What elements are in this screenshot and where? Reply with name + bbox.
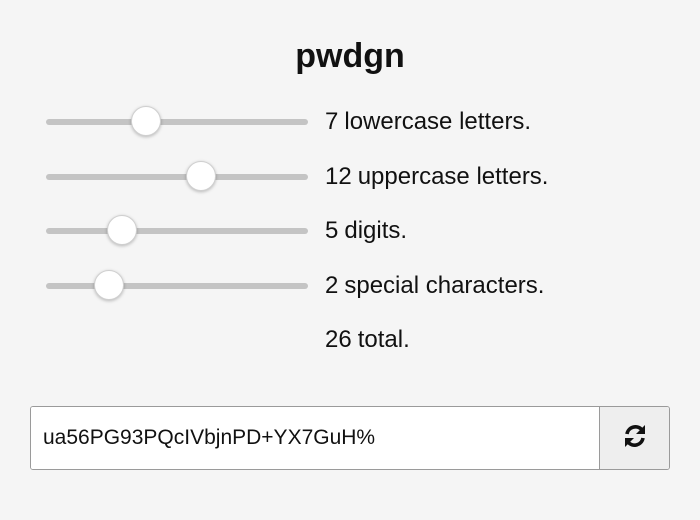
special-slider[interactable] xyxy=(46,270,308,300)
slider-track xyxy=(46,174,308,180)
lowercase-text: lowercase letters. xyxy=(344,108,532,135)
uppercase-slider[interactable] xyxy=(46,161,308,191)
password-group xyxy=(30,406,670,470)
slider-row-lowercase: 7 lowercase letters. xyxy=(46,102,666,142)
password-generator: pwdgn 7 lowercase letters. 12 uppercase le… xyxy=(0,0,700,520)
uppercase-text: uppercase letters. xyxy=(357,163,549,190)
special-label: 2 special characters. xyxy=(325,272,544,300)
uppercase-label: 12 uppercase letters. xyxy=(325,163,548,191)
slider-track xyxy=(46,119,308,125)
refresh-icon xyxy=(620,421,650,456)
digits-text: digits. xyxy=(344,217,408,244)
uppercase-count: 12 xyxy=(325,163,352,190)
slider-track xyxy=(46,228,308,234)
refresh-button[interactable] xyxy=(599,407,669,469)
special-text: special characters. xyxy=(344,272,545,299)
lowercase-slider[interactable] xyxy=(46,106,308,136)
slider-row-digits: 5 digits. xyxy=(46,211,666,251)
slider-row-special: 2 special characters. xyxy=(46,266,666,306)
slider-track xyxy=(46,283,308,289)
slider-thumb[interactable] xyxy=(185,161,216,191)
lowercase-count: 7 xyxy=(325,108,339,135)
slider-row-uppercase: 12 uppercase letters. xyxy=(46,157,666,197)
app-title: pwdgn xyxy=(295,37,405,75)
slider-thumb[interactable] xyxy=(106,215,137,245)
digits-count: 5 xyxy=(325,217,339,244)
special-count: 2 xyxy=(325,272,339,299)
digits-label: 5 digits. xyxy=(325,217,407,245)
lowercase-label: 7 lowercase letters. xyxy=(325,108,531,136)
slider-thumb[interactable] xyxy=(130,106,161,136)
slider-thumb[interactable] xyxy=(93,270,124,300)
digits-slider[interactable] xyxy=(46,215,308,245)
password-field[interactable] xyxy=(31,407,599,469)
total-count: 26 xyxy=(325,326,352,353)
total-label: 26 total. xyxy=(325,326,410,354)
total-text: total. xyxy=(357,326,410,353)
